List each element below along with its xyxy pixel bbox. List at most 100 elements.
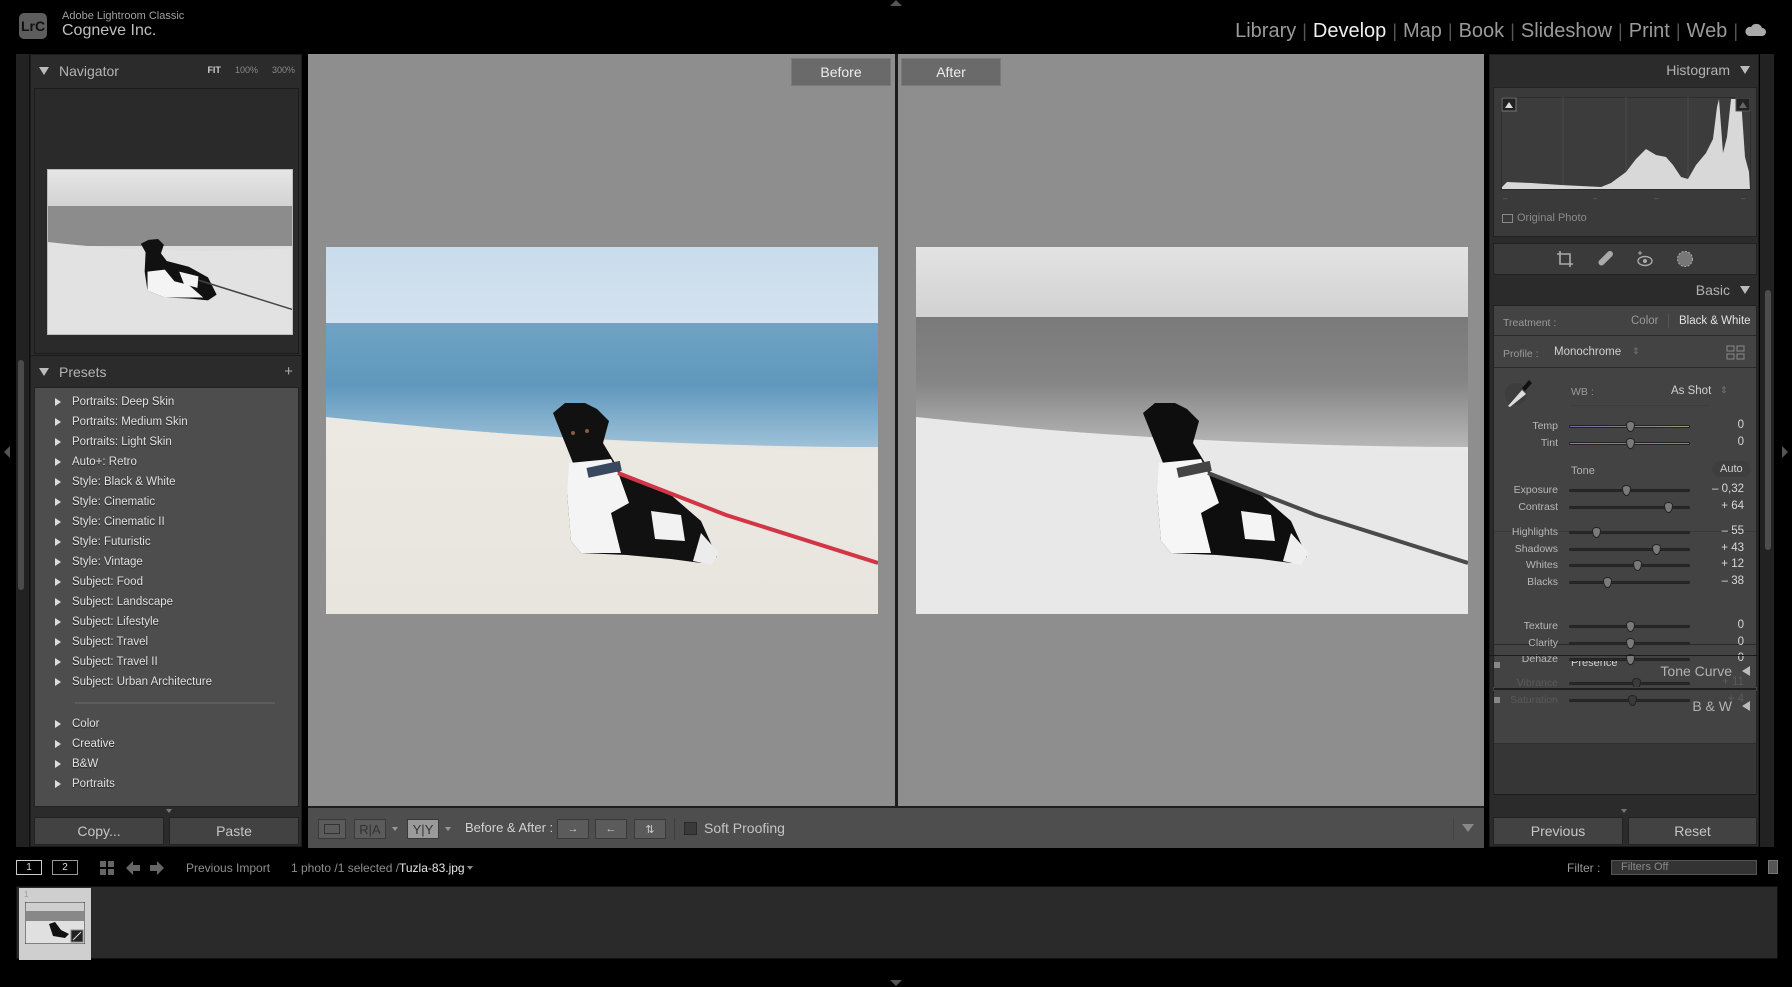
whites-value[interactable]: + 12 bbox=[1721, 558, 1744, 570]
module-library[interactable]: Library bbox=[1229, 20, 1302, 43]
copy-after-to-before-button[interactable]: ← bbox=[595, 819, 627, 839]
auto-tone-button[interactable]: Auto bbox=[1712, 461, 1751, 477]
profile-browser-icon[interactable] bbox=[1726, 345, 1746, 361]
grid-view-icon[interactable] bbox=[100, 861, 114, 875]
panel-toggle-switch[interactable] bbox=[1494, 697, 1500, 703]
navigator-header[interactable]: Navigator FIT 100% 300% bbox=[31, 55, 301, 87]
wb-stepper-icon[interactable]: ⇕ bbox=[1720, 385, 1728, 396]
wb-eyedropper-icon[interactable] bbox=[1504, 376, 1534, 408]
healing-icon[interactable] bbox=[1596, 250, 1614, 268]
profile-select[interactable]: Monochrome bbox=[1554, 346, 1621, 358]
toolbar-content-menu-icon[interactable] bbox=[1462, 824, 1474, 832]
preset-group[interactable]: Subject: Urban Architecture bbox=[35, 672, 212, 692]
treatment-color[interactable]: Color bbox=[1631, 315, 1658, 327]
highlights-slider-track[interactable] bbox=[1569, 531, 1690, 534]
add-preset-icon[interactable]: + bbox=[284, 363, 293, 380]
temp-slider-thumb[interactable] bbox=[1625, 421, 1635, 432]
before-photo[interactable] bbox=[326, 247, 878, 614]
collapse-right-panel-arrow-icon[interactable] bbox=[1782, 446, 1788, 458]
preset-group[interactable]: Color bbox=[35, 714, 99, 734]
original-photo-checkbox[interactable] bbox=[1502, 213, 1513, 223]
before-after-dropdown-icon[interactable] bbox=[445, 827, 451, 831]
blacks-value[interactable]: – 38 bbox=[1722, 575, 1744, 587]
preset-group[interactable]: Creative bbox=[35, 734, 115, 754]
shadows-slider-track[interactable] bbox=[1569, 548, 1690, 551]
treatment-black-white[interactable]: Black & White bbox=[1679, 315, 1751, 327]
main-window-button[interactable]: 1 bbox=[16, 860, 42, 875]
profile-stepper-icon[interactable]: ⇕ bbox=[1632, 346, 1640, 357]
module-web[interactable]: Web bbox=[1681, 20, 1734, 43]
selected-filename[interactable]: Tuzla-83.jpg bbox=[399, 861, 465, 875]
red-eye-icon[interactable] bbox=[1636, 250, 1654, 268]
preset-group[interactable]: Portraits: Medium Skin bbox=[35, 412, 188, 432]
preset-group[interactable]: Style: Cinematic II bbox=[35, 512, 165, 532]
exposure-slider-thumb[interactable] bbox=[1621, 485, 1631, 496]
preset-group[interactable]: Subject: Travel II bbox=[35, 652, 158, 672]
ref-view-dropdown-icon[interactable] bbox=[392, 827, 398, 831]
secondary-window-button[interactable]: 2 bbox=[52, 860, 78, 875]
before-after-view-button[interactable]: Y|Y bbox=[407, 819, 439, 839]
preset-group[interactable]: Subject: Landscape bbox=[35, 592, 173, 612]
copy-before-to-after-button[interactable]: → bbox=[557, 819, 589, 839]
tint-slider-thumb[interactable] bbox=[1625, 438, 1635, 449]
highlights-slider-thumb[interactable] bbox=[1592, 527, 1602, 538]
reset-button[interactable]: Reset bbox=[1628, 817, 1757, 845]
basic-header[interactable]: Basic bbox=[1490, 275, 1758, 305]
highlights-value[interactable]: – 55 bbox=[1722, 525, 1744, 537]
back-arrow-icon[interactable] bbox=[126, 861, 140, 875]
copy-settings-button[interactable]: Copy... bbox=[34, 817, 164, 845]
cloud-icon[interactable] bbox=[1738, 20, 1772, 43]
preset-group[interactable]: Style: Black & White bbox=[35, 472, 176, 492]
preset-group[interactable]: Subject: Lifestyle bbox=[35, 612, 159, 632]
whites-slider-thumb[interactable] bbox=[1632, 560, 1642, 571]
filename-dropdown-icon[interactable] bbox=[467, 866, 473, 870]
right-panel-scrollbar[interactable] bbox=[1765, 290, 1771, 550]
clarity-value[interactable]: 0 bbox=[1738, 636, 1744, 648]
preset-group[interactable]: Portraits: Deep Skin bbox=[35, 392, 174, 412]
preset-group[interactable]: Auto+: Retro bbox=[35, 452, 137, 472]
texture-value[interactable]: 0 bbox=[1738, 619, 1744, 631]
show-top-panel-arrow-icon[interactable] bbox=[890, 0, 902, 6]
collapse-left-panel-arrow-icon[interactable] bbox=[4, 446, 10, 458]
preset-group[interactable]: B&W bbox=[35, 754, 98, 774]
filmstrip-thumbnail[interactable]: 1 bbox=[19, 888, 91, 960]
preset-group[interactable]: Portraits: Light Skin bbox=[35, 432, 172, 452]
previous-button[interactable]: Previous bbox=[1493, 817, 1623, 845]
navigator-preview[interactable] bbox=[47, 169, 293, 335]
module-slideshow[interactable]: Slideshow bbox=[1515, 20, 1618, 43]
swap-before-after-button[interactable]: ⇅ bbox=[634, 819, 666, 839]
texture-slider-thumb[interactable] bbox=[1625, 621, 1635, 632]
filter-select[interactable]: Filters Off bbox=[1611, 860, 1757, 875]
ref-view-button[interactable]: R|A bbox=[354, 819, 386, 839]
show-bottom-panel-arrow-icon[interactable] bbox=[890, 980, 902, 986]
paste-settings-button[interactable]: Paste bbox=[169, 817, 299, 845]
shadows-value[interactable]: + 43 bbox=[1721, 542, 1744, 554]
wb-select[interactable]: As Shot bbox=[1671, 385, 1711, 397]
crop-icon[interactable] bbox=[1556, 250, 1574, 268]
contrast-slider-thumb[interactable] bbox=[1664, 502, 1674, 513]
preset-group[interactable]: Portraits bbox=[35, 774, 115, 794]
preset-group[interactable]: Subject: Food bbox=[35, 572, 143, 592]
whites-slider-track[interactable] bbox=[1569, 564, 1690, 567]
filter-lock-toggle[interactable] bbox=[1768, 860, 1778, 874]
masking-icon[interactable] bbox=[1676, 250, 1694, 268]
histogram-header[interactable]: Histogram bbox=[1490, 55, 1758, 85]
shadows-slider-thumb[interactable] bbox=[1651, 544, 1661, 555]
zoom-300[interactable]: 300% bbox=[272, 65, 295, 75]
preset-group[interactable]: Style: Cinematic bbox=[35, 492, 155, 512]
tint-value[interactable]: 0 bbox=[1738, 436, 1744, 448]
module-develop[interactable]: Develop bbox=[1307, 20, 1392, 43]
left-panel-scrollbar[interactable] bbox=[18, 360, 24, 590]
module-print[interactable]: Print bbox=[1623, 20, 1676, 43]
source-label[interactable]: Previous Import bbox=[186, 861, 270, 875]
tone-curve-header[interactable]: Tone Curve bbox=[1490, 655, 1758, 685]
module-book[interactable]: Book bbox=[1453, 20, 1511, 43]
zoom-100[interactable]: 100% bbox=[235, 65, 258, 75]
loupe-view-button[interactable] bbox=[318, 819, 346, 839]
panel-toggle-switch[interactable] bbox=[1494, 662, 1500, 668]
forward-arrow-icon[interactable] bbox=[150, 861, 164, 875]
bw-header[interactable]: B & W bbox=[1490, 691, 1758, 721]
presets-header[interactable]: Presets + bbox=[31, 355, 301, 387]
preset-group[interactable]: Style: Vintage bbox=[35, 552, 143, 572]
soft-proofing-checkbox[interactable] bbox=[684, 822, 697, 835]
